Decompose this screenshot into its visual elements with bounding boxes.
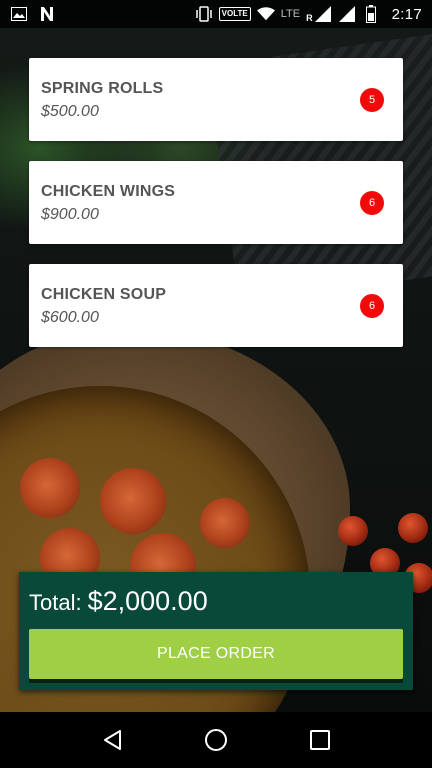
order-list: SPRING ROLLS $500.00 5 CHICKEN WINGS $90… — [29, 58, 403, 367]
home-icon[interactable] — [196, 720, 236, 760]
lte-label: LTE — [280, 8, 301, 20]
back-icon[interactable] — [92, 720, 132, 760]
battery-icon — [362, 5, 380, 23]
cherry-tomato — [338, 516, 368, 546]
signal-icon — [314, 5, 332, 23]
item-price: $900.00 — [41, 206, 99, 223]
cherry-tomato — [398, 513, 428, 543]
order-item-card[interactable]: CHICKEN WINGS $900.00 6 — [29, 161, 403, 244]
order-total-panel: Total: $2,000.00 PLACE ORDER — [19, 572, 413, 690]
signal-icon-2 — [338, 5, 356, 23]
tomato-slice — [20, 458, 80, 518]
order-item-card[interactable]: SPRING ROLLS $500.00 5 — [29, 58, 403, 141]
image-icon — [10, 5, 28, 23]
roaming-label: R — [306, 13, 313, 23]
item-price: $500.00 — [41, 103, 99, 120]
signal-group: R — [306, 5, 332, 23]
n-notification-icon — [38, 5, 56, 23]
navigation-bar — [0, 712, 432, 768]
vibrate-icon — [195, 5, 213, 23]
tomato-slice — [100, 468, 166, 534]
item-name: SPRING ROLLS — [41, 80, 164, 97]
place-order-button[interactable]: PLACE ORDER — [29, 629, 403, 679]
item-name: CHICKEN WINGS — [41, 183, 176, 200]
quantity-badge: 6 — [360, 191, 384, 215]
volte-badge: VOLTE — [218, 7, 251, 21]
item-price: $600.00 — [41, 309, 99, 326]
total-line: Total: $2,000.00 — [29, 586, 403, 617]
tomato-slice — [200, 498, 250, 548]
recents-icon[interactable] — [300, 720, 340, 760]
quantity-badge: 5 — [360, 88, 384, 112]
clock: 2:17 — [391, 5, 422, 23]
item-name: CHICKEN SOUP — [41, 286, 167, 303]
total-label: Total: — [29, 590, 82, 615]
quantity-badge: 6 — [360, 294, 384, 318]
status-bar: VOLTE LTE R 2:17 — [0, 0, 432, 28]
order-item-card[interactable]: CHICKEN SOUP $600.00 6 — [29, 264, 403, 347]
wifi-icon — [256, 5, 275, 23]
total-value: $2,000.00 — [87, 586, 208, 616]
